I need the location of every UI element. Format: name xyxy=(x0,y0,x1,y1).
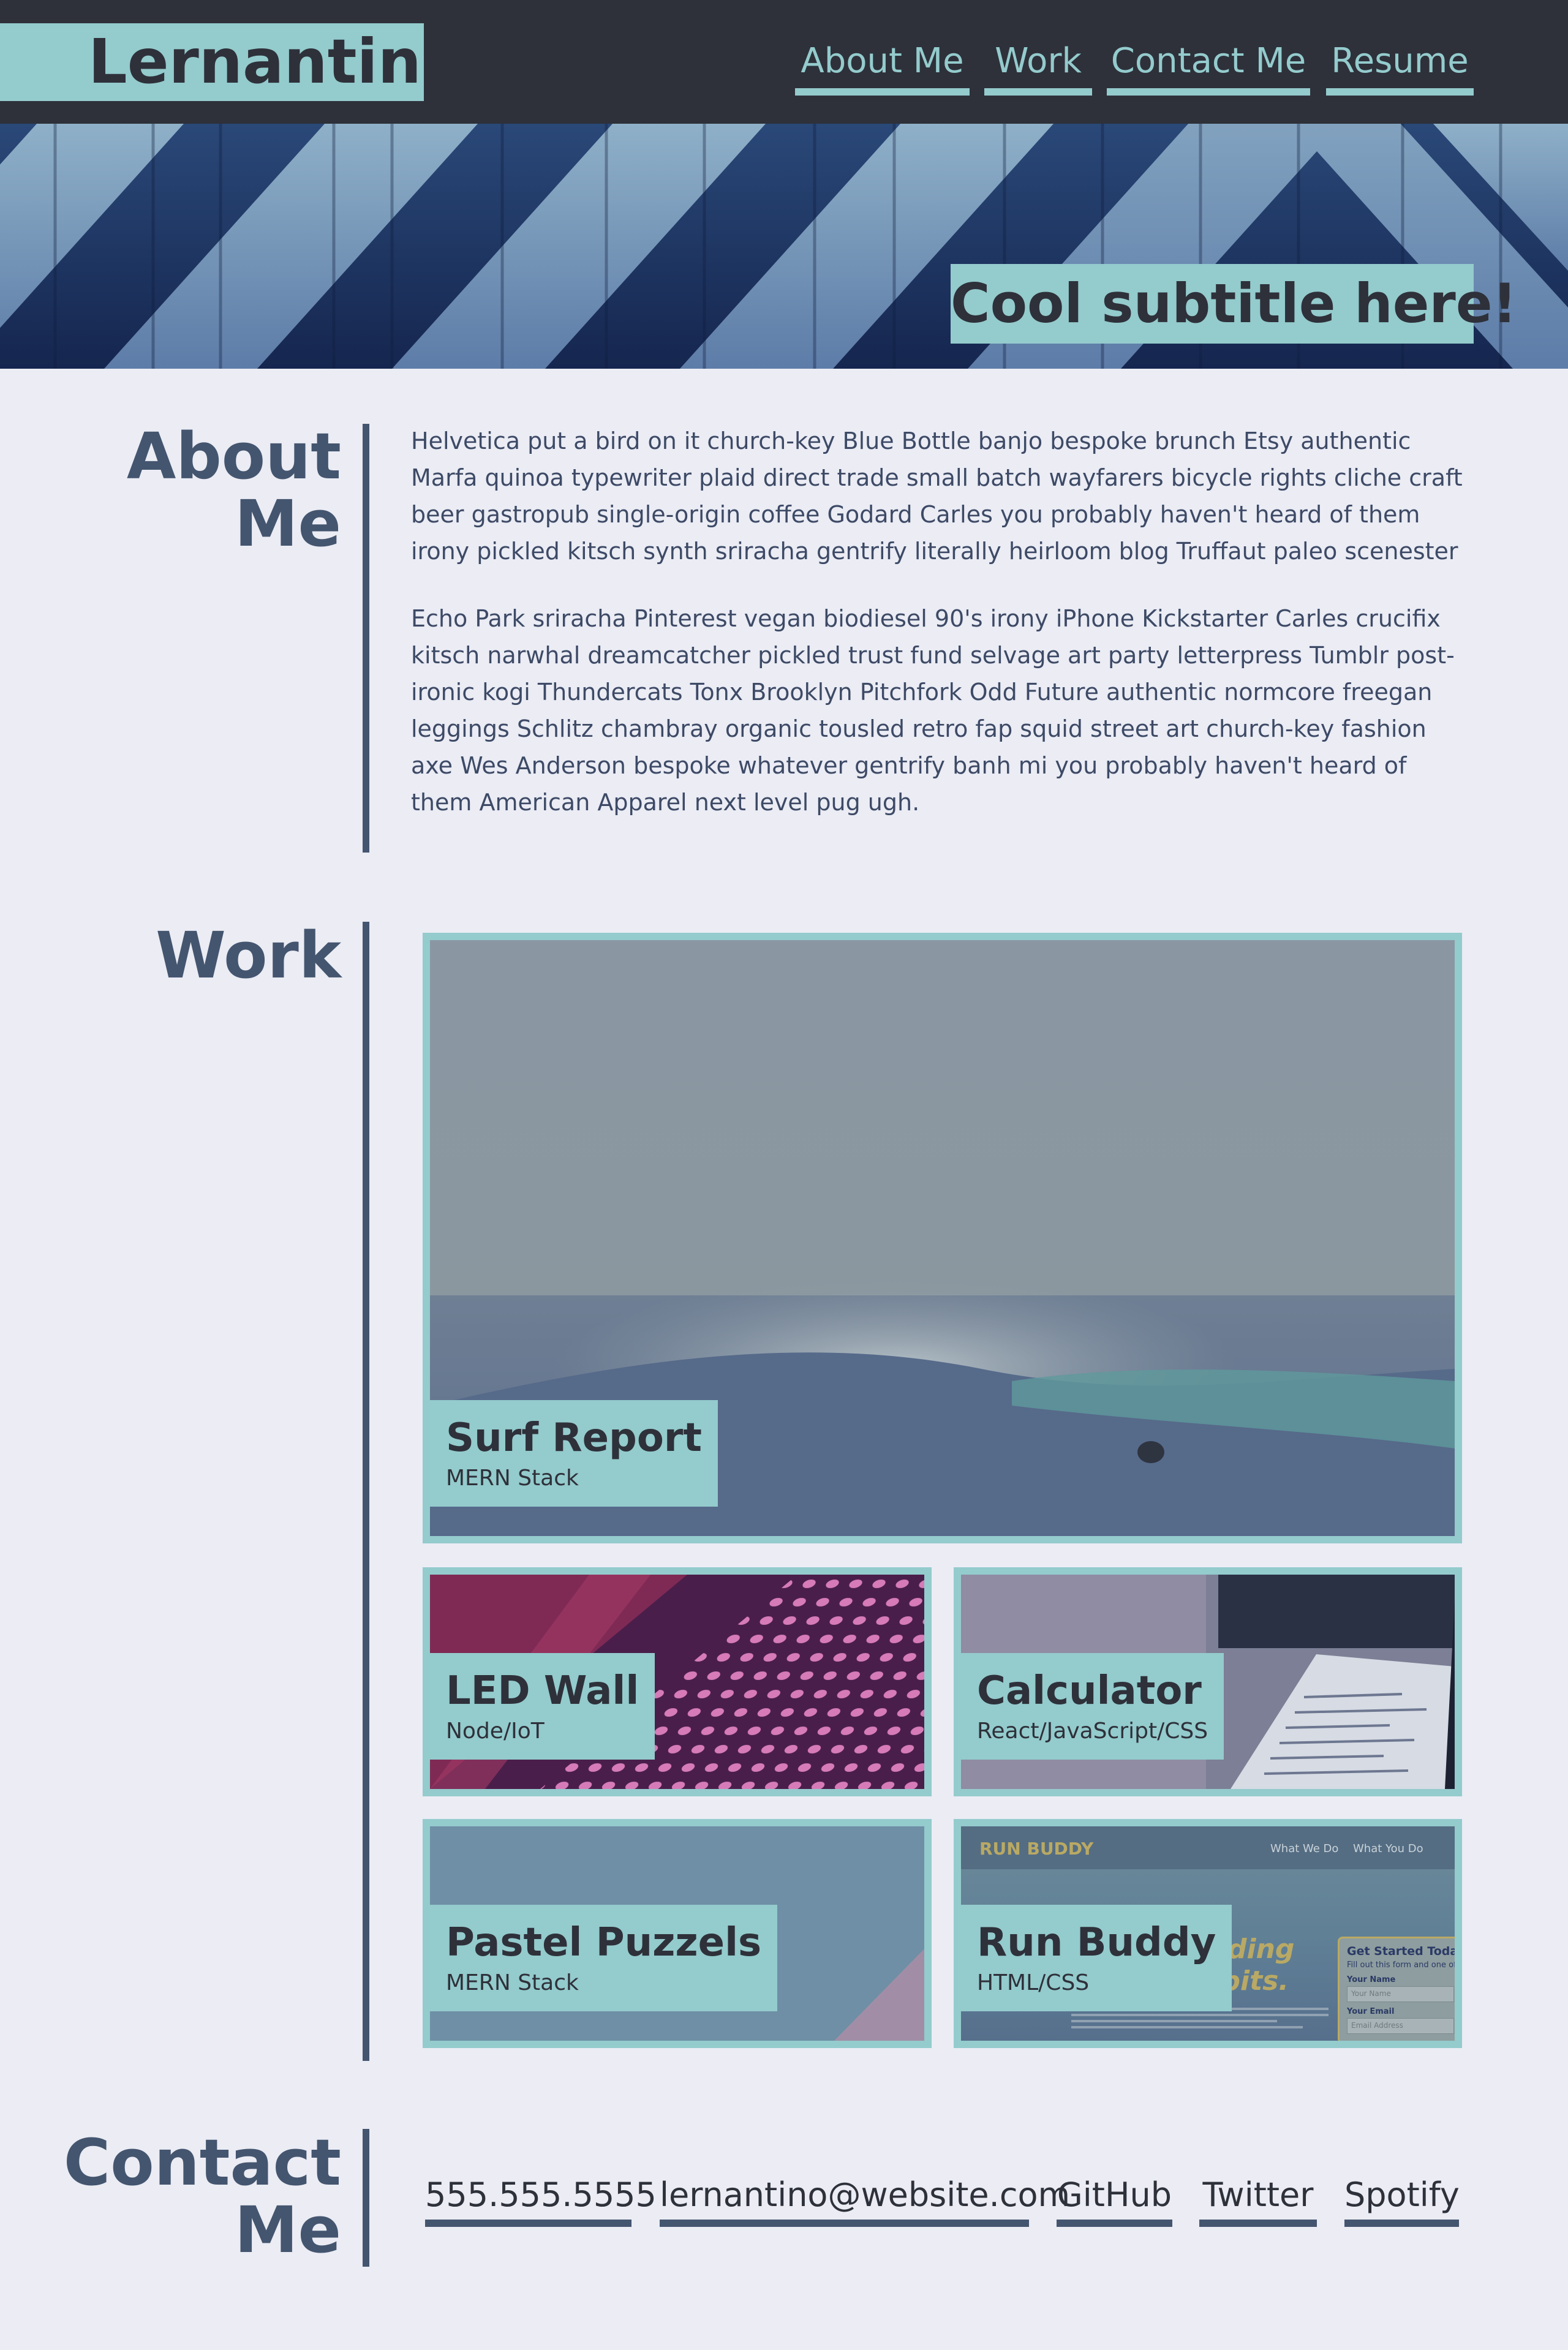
run-buddy-preview-nav2: What You Do xyxy=(1353,1842,1423,1855)
surf-report-label: Surf Report MERN Stack xyxy=(430,1400,718,1507)
nav-work[interactable]: Work xyxy=(984,37,1092,96)
project-card-calculator[interactable]: Calculator React/JavaScript/CSS xyxy=(954,1567,1462,1796)
contact-phone-link[interactable]: 555.555.5555 xyxy=(425,2171,657,2227)
hero-subtitle: Cool subtitle here! xyxy=(951,264,1517,344)
about-heading: About Me xyxy=(127,423,341,557)
run-buddy-stack: HTML/CSS xyxy=(977,1970,1090,1995)
project-card-run-buddy[interactable]: RUN BUDDY What We Do What You Do Buildin… xyxy=(954,1819,1462,2048)
brand-logo[interactable]: Lernantino xyxy=(0,23,464,101)
contact-heading: Contact Me xyxy=(64,2129,341,2264)
run-buddy-preview-name-label: Your Name xyxy=(1347,1975,1396,1984)
calculator-title: Calculator xyxy=(977,1668,1202,1714)
contact-email-link[interactable]: lernantino@website.com xyxy=(660,2171,1070,2227)
run-buddy-preview-name-input: Your Name xyxy=(1347,1986,1454,2002)
contact-github-link[interactable]: GitHub xyxy=(1057,2171,1172,2227)
run-buddy-title: Run Buddy xyxy=(977,1920,1216,1965)
run-buddy-preview-form-title: Get Started Today xyxy=(1347,1945,1462,1958)
pastel-puzzels-stack: MERN Stack xyxy=(446,1970,579,1995)
led-wall-title: LED Wall xyxy=(446,1668,639,1714)
brand-name: Lernantino xyxy=(88,26,464,97)
site-header: Lernantino About Me Work Contact Me Resu… xyxy=(0,0,1568,124)
surf-report-title: Surf Report xyxy=(446,1415,702,1461)
run-buddy-preview-email-label: Your Email xyxy=(1347,2007,1395,2016)
contact-spotify-link[interactable]: Spotify xyxy=(1344,2171,1460,2227)
about-heading-line2: Me xyxy=(234,486,341,561)
work-divider xyxy=(363,922,369,2061)
about-divider xyxy=(363,424,369,853)
run-buddy-preview-form: Get Started Today Fill out this form and… xyxy=(1338,1937,1462,2041)
about-paragraph-1: Helvetica put a bird on it church-key Bl… xyxy=(411,427,1463,565)
project-card-surf-report[interactable]: Surf Report MERN Stack xyxy=(423,933,1462,1543)
work-heading: Work xyxy=(156,918,341,993)
contact-twitter-link[interactable]: Twitter xyxy=(1199,2171,1317,2227)
calculator-label: Calculator React/JavaScript/CSS xyxy=(961,1653,1224,1760)
led-wall-stack: Node/IoT xyxy=(446,1719,545,1744)
about-heading-line1: About xyxy=(126,419,341,494)
run-buddy-preview-email-input: Email Address xyxy=(1347,2018,1454,2034)
hero-banner: Cool subtitle here! xyxy=(0,124,1568,369)
nav-resume[interactable]: Resume xyxy=(1326,37,1474,96)
run-buddy-preview-form-sub: Fill out this form and one of our xyxy=(1347,1960,1462,1970)
calculator-stack: React/JavaScript/CSS xyxy=(977,1719,1208,1744)
contact-heading-line1: Contact xyxy=(63,2125,341,2200)
run-buddy-label: Run Buddy HTML/CSS xyxy=(961,1905,1232,2011)
pastel-puzzels-title: Pastel Puzzels xyxy=(446,1920,762,1965)
contact-heading-line2: Me xyxy=(234,2193,341,2267)
surf-report-stack: MERN Stack xyxy=(446,1466,579,1491)
contact-divider xyxy=(363,2129,369,2267)
nav-contact-me[interactable]: Contact Me xyxy=(1107,37,1310,96)
run-buddy-preview-nav1: What We Do xyxy=(1270,1842,1339,1855)
nav-about-me[interactable]: About Me xyxy=(795,37,970,96)
led-wall-label: LED Wall Node/IoT xyxy=(430,1653,655,1760)
project-card-pastel-puzzels[interactable]: Pastel Puzzels MERN Stack xyxy=(423,1819,932,2048)
pastel-puzzels-label: Pastel Puzzels MERN Stack xyxy=(430,1905,778,2011)
about-paragraph-2: Echo Park sriracha Pinterest vegan biodi… xyxy=(411,605,1455,816)
run-buddy-preview-logo: RUN BUDDY xyxy=(979,1839,1094,1859)
project-card-led-wall[interactable]: LED Wall Node/IoT xyxy=(423,1567,932,1796)
